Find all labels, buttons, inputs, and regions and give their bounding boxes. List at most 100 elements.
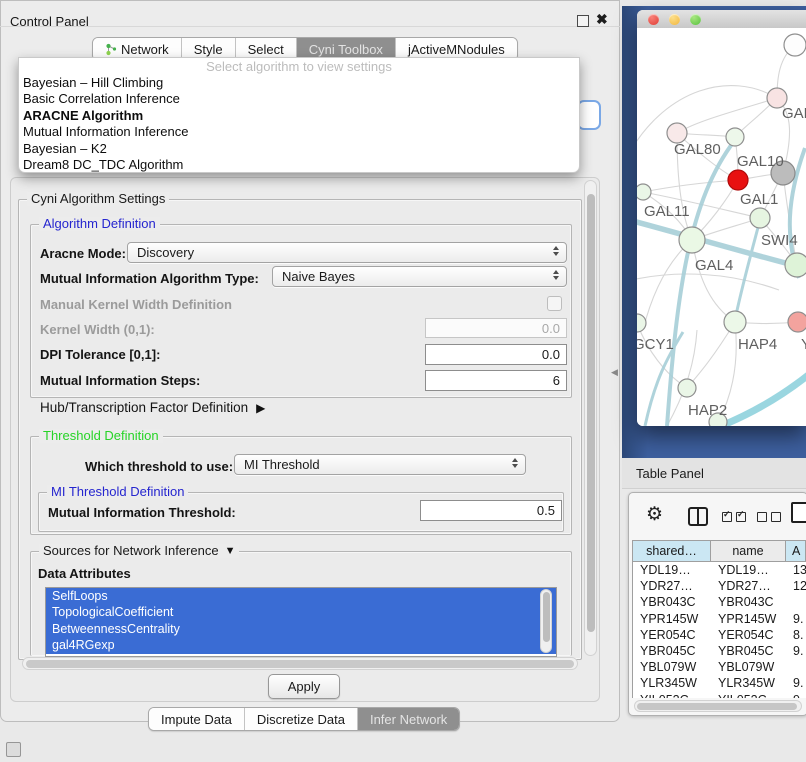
column-header-shared-name[interactable]: shared… [633, 541, 711, 561]
table-cell: YBL079W [711, 659, 786, 675]
apply-button[interactable]: Apply [268, 674, 340, 699]
collapse-arrow-icon[interactable]: ▼ [225, 544, 236, 558]
table-hscrollbar-thumb[interactable] [637, 703, 797, 710]
attributes-scrollbar-thumb[interactable] [543, 592, 550, 642]
dropdown-item[interactable]: Bayesian – K2 [19, 141, 579, 157]
data-attributes-list[interactable]: SelfLoopsTopologicalCoefficientBetweenne… [45, 587, 557, 657]
panel-divider-arrow-icon[interactable]: ◀ [611, 367, 618, 378]
table-cell: 9. [786, 692, 806, 699]
which-threshold-combobox[interactable]: MI Threshold [234, 454, 526, 475]
network-node[interactable] [679, 227, 705, 253]
dpi-tolerance-field[interactable]: 0.0 [425, 344, 567, 365]
network-icon [105, 43, 117, 56]
attribute-list-item[interactable]: BetweennessCentrality [46, 621, 556, 637]
mi-algorithm-type-combobox[interactable]: Naive Bayes [272, 266, 567, 287]
expand-arrow-icon[interactable]: ▶ [256, 401, 265, 415]
mi-threshold-group-title: MI Threshold Definition [47, 485, 188, 499]
dropdown-item[interactable]: Basic Correlation Inference [19, 91, 579, 107]
mi-threshold-label: Mutual Information Threshold: [48, 505, 236, 520]
network-node[interactable] [678, 379, 696, 397]
float-window-icon[interactable] [577, 15, 589, 27]
table-row[interactable]: YBR043CYBR043C [633, 594, 806, 610]
table-row[interactable]: YBR045CYBR045C9. [633, 643, 806, 659]
dropdown-placeholder: Select algorithm to view settings [19, 59, 579, 75]
network-node[interactable] [728, 170, 748, 190]
table-cell: YDL19… [711, 562, 786, 578]
minimized-panel-icon[interactable] [6, 742, 21, 757]
apply-button-label: Apply [288, 679, 321, 694]
settings-hscrollbar-thumb[interactable] [26, 660, 574, 668]
attribute-list-item[interactable]: TopologicalCoefficient [46, 604, 556, 620]
network-node-label: SWI4 [761, 232, 798, 249]
dpi-tolerance-label: DPI Tolerance [0,1]: [40, 347, 160, 362]
table-cell: YIL052C [633, 692, 711, 699]
network-node-label: GAL1 [740, 191, 778, 208]
dropdown-item[interactable]: ARACNE Algorithm [19, 108, 579, 124]
which-threshold-label: Which threshold to use: [85, 459, 233, 474]
table-row[interactable]: YPR145WYPR145W9. [633, 611, 806, 627]
tab-impute-data[interactable]: Impute Data [149, 708, 245, 730]
attribute-list-item[interactable]: gal4RGexp [46, 637, 556, 653]
deselect-all-columns-icon[interactable] [757, 512, 781, 522]
table-body: YDL19…YDL19…13YDR27…YDR27…12YBR043CYBR04… [632, 562, 806, 698]
column-header-name[interactable]: name [711, 541, 786, 561]
network-node[interactable] [637, 314, 646, 332]
table-cell: YER054C [633, 627, 711, 643]
network-node[interactable] [785, 253, 806, 277]
table-cell: YDR27… [633, 578, 711, 594]
zoom-traffic-light-icon[interactable] [690, 14, 701, 25]
table-header: shared… name A [632, 540, 806, 562]
kernel-width-field[interactable]: 0.0 [425, 318, 567, 338]
control-panel-title: Control Panel [10, 14, 89, 29]
network-node[interactable] [726, 128, 744, 146]
network-canvas[interactable]: GALGAL80GAL10GAL1GAL11SWI4GAL4GCY1HAP4YH… [637, 28, 806, 426]
select-all-columns-icon[interactable] [722, 512, 746, 522]
which-threshold-value: MI Threshold [244, 457, 320, 472]
table-row[interactable]: YLR345WYLR345W9. [633, 675, 806, 691]
new-table-icon[interactable] [791, 502, 806, 523]
gear-icon[interactable]: ⚙ [646, 503, 663, 526]
mi-steps-field[interactable]: 6 [425, 370, 567, 391]
dropdown-item[interactable]: Mutual Information Inference [19, 124, 579, 140]
table-row[interactable]: YBL079WYBL079W [633, 659, 806, 675]
tab-discretize-data[interactable]: Discretize Data [245, 708, 358, 730]
network-node[interactable] [788, 312, 806, 332]
network-node[interactable] [784, 34, 806, 56]
settings-vscrollbar-thumb[interactable] [587, 194, 595, 632]
table-cell: YDR27… [711, 578, 786, 594]
close-panel-icon[interactable]: ✖ [596, 11, 608, 28]
settings-hscrollbar[interactable] [22, 657, 578, 670]
manual-kernel-width-checkbox[interactable] [547, 296, 562, 311]
close-traffic-light-icon[interactable] [648, 14, 659, 25]
hub-definition-section[interactable]: Hub/Transcription Factor Definition ▶ [40, 400, 265, 415]
network-node-label: GCY1 [637, 336, 674, 353]
table-cell: 9. [786, 611, 806, 627]
table-hscrollbar[interactable] [634, 700, 802, 712]
tab-infer-network[interactable]: Infer Network [358, 708, 459, 730]
network-node[interactable] [667, 123, 687, 143]
table-cell: 12 [786, 578, 806, 594]
dropdown-item[interactable]: Dream8 DC_TDC Algorithm [19, 157, 579, 173]
dropdown-item[interactable]: Bayesian – Hill Climbing [19, 75, 579, 91]
tab-select-label: Select [248, 42, 284, 57]
split-columns-icon[interactable] [688, 507, 708, 526]
table-cell: YBR045C [633, 643, 711, 659]
tab-network-label: Network [121, 42, 169, 57]
network-node[interactable] [637, 184, 651, 200]
table-row[interactable]: YER054CYER054C8. [633, 627, 806, 643]
minimize-traffic-light-icon[interactable] [669, 14, 680, 25]
table-row[interactable]: YIL052CYIL052C9. [633, 692, 806, 699]
table-cell: YER054C [711, 627, 786, 643]
column-header-clipped[interactable]: A [786, 541, 806, 561]
settings-vscrollbar[interactable] [584, 180, 597, 656]
attribute-list-item[interactable]: SelfLoops [46, 588, 556, 604]
network-node[interactable] [724, 311, 746, 333]
aracne-mode-combobox[interactable]: Discovery [127, 242, 567, 263]
tab-impute-data-label: Impute Data [161, 712, 232, 727]
mi-threshold-field[interactable]: 0.5 [420, 500, 562, 521]
table-row[interactable]: YDL19…YDL19…13 [633, 562, 806, 578]
algorithm-combobox-edge[interactable] [577, 100, 601, 130]
attributes-list-scrollbar[interactable] [540, 589, 552, 653]
table-row[interactable]: YDR27…YDR27…12 [633, 578, 806, 594]
network-node[interactable] [750, 208, 770, 228]
